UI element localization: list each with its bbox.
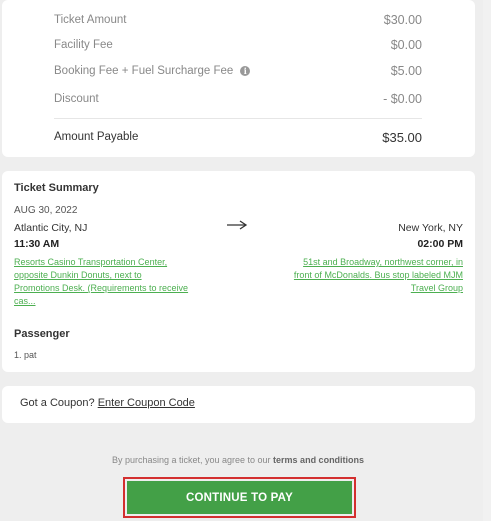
- origin-location-link[interactable]: Resorts Casino Transportation Center, op…: [14, 256, 204, 308]
- continue-button-highlight: CONTINUE TO PAY: [123, 477, 356, 518]
- location-line: Travel Group: [410, 283, 463, 293]
- passenger-name: 1. pat: [14, 350, 37, 360]
- location-line: cas...: [14, 296, 36, 306]
- fee-label: Ticket Amount: [54, 14, 127, 26]
- location-line: Promotions Desk. (Requirements to receiv…: [14, 283, 189, 293]
- arrow-right-icon: [227, 220, 248, 230]
- origin-time: 11:30 AM: [14, 238, 60, 250]
- ticket-summary-card: Ticket Summary AUG 30, 2022 Atlantic Cit…: [2, 171, 475, 372]
- destination-location-link[interactable]: 51st and Broadway, northwest corner, in …: [273, 256, 463, 295]
- enter-coupon-link[interactable]: Enter Coupon Code: [98, 397, 195, 409]
- location-line: 51st and Broadway, northwest corner, in: [303, 257, 463, 267]
- terms-text: By purchasing a ticket, you agree to our…: [0, 455, 476, 465]
- origin-city: Atlantic City, NJ: [14, 222, 88, 234]
- scrollbar[interactable]: [483, 0, 491, 521]
- divider: [54, 118, 422, 119]
- fees-card: Ticket Amount $30.00 Facility Fee $0.00 …: [2, 0, 475, 157]
- terms-prefix: By purchasing a ticket, you agree to our: [111, 455, 271, 465]
- fee-row-discount: Discount - $0.00: [54, 90, 422, 108]
- trip-date: AUG 30, 2022: [14, 205, 78, 216]
- destination-city: New York, NY: [398, 222, 463, 234]
- coupon-prompt: Got a Coupon?: [20, 397, 95, 409]
- fee-value: $0.00: [390, 38, 422, 52]
- location-line: opposite Dunkin Donuts, next to: [14, 270, 142, 280]
- info-icon[interactable]: i: [240, 66, 251, 76]
- fee-label-wrap: Booking Fee + Fuel Surcharge Fee i: [54, 65, 251, 77]
- fee-label: Booking Fee + Fuel Surcharge Fee: [54, 65, 234, 77]
- fee-row-facility-fee: Facility Fee $0.00: [54, 36, 422, 54]
- location-line: Resorts Casino Transportation Center,: [14, 257, 168, 267]
- ticket-summary-title: Ticket Summary: [14, 182, 99, 194]
- fee-label: Discount: [54, 93, 99, 105]
- destination-time: 02:00 PM: [417, 238, 463, 250]
- fee-value: $30.00: [383, 13, 422, 27]
- fee-value: $5.00: [390, 64, 422, 78]
- fee-row-ticket-amount: Ticket Amount $30.00: [54, 11, 422, 29]
- fee-row-booking-fee: Booking Fee + Fuel Surcharge Fee i $5.00: [54, 62, 422, 80]
- passenger-title: Passenger: [14, 328, 70, 340]
- amount-payable-row: Amount Payable $35.00: [54, 128, 422, 146]
- amount-payable-label: Amount Payable: [54, 131, 139, 143]
- amount-payable-value: $35.00: [382, 129, 422, 145]
- fee-label: Facility Fee: [54, 39, 113, 51]
- terms-link[interactable]: terms and conditions: [273, 455, 364, 465]
- continue-to-pay-button[interactable]: CONTINUE TO PAY: [127, 481, 352, 514]
- coupon-card: Got a Coupon? Enter Coupon Code: [2, 386, 475, 423]
- coupon-text: Got a Coupon? Enter Coupon Code: [20, 397, 195, 409]
- location-line: front of McDonalds. Bus stop labeled MJM: [293, 270, 463, 280]
- fee-value: - $0.00: [383, 92, 422, 106]
